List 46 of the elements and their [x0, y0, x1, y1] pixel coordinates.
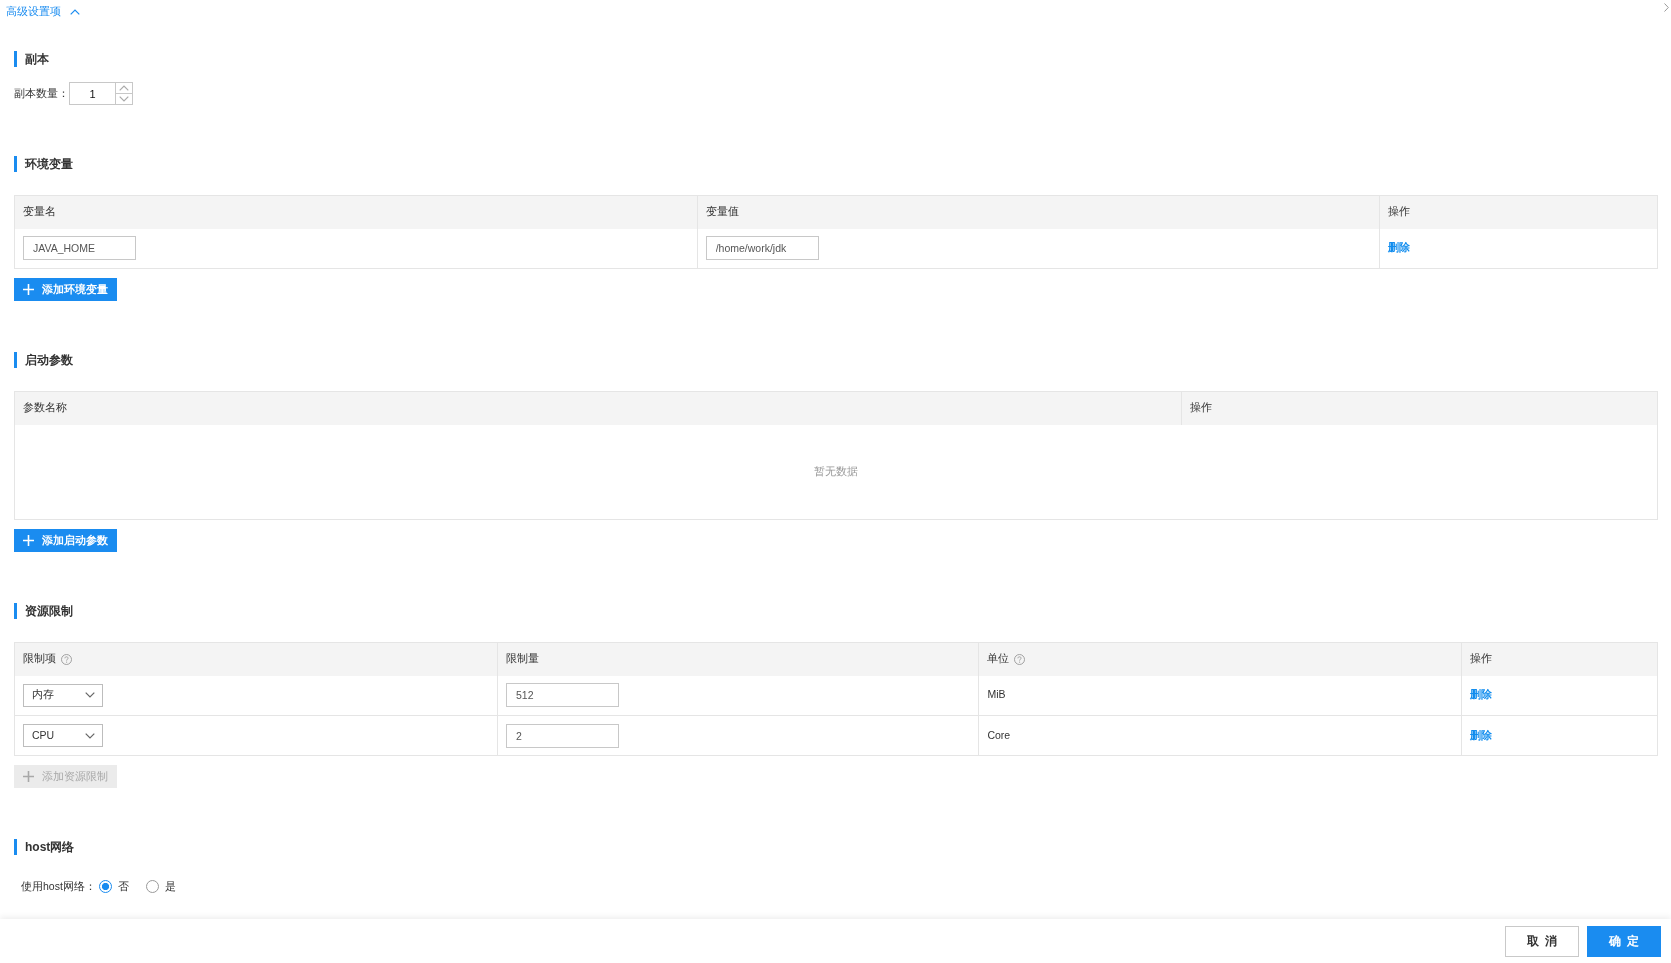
column-header: 操作	[1189, 400, 1212, 416]
advanced-settings-toggle[interactable]: 高级设置项	[6, 4, 80, 20]
text-input[interactable]: 2	[506, 723, 620, 748]
section-title: 资源限制	[14, 603, 1658, 619]
radio-label: 是	[164, 879, 176, 894]
chevron-up-icon	[70, 9, 80, 15]
column-header: 限制量	[506, 651, 540, 667]
text-input[interactable]: 512	[506, 683, 620, 708]
delete-link[interactable]: 删除	[1470, 688, 1493, 701]
chevron-down-icon	[85, 732, 95, 739]
increment-button[interactable]	[116, 83, 132, 93]
dropdown[interactable]: CPU	[23, 724, 103, 747]
number-field[interactable]: 1	[69, 82, 116, 105]
dropdown[interactable]: 内存	[23, 683, 103, 707]
table-cell: Core	[978, 715, 1462, 756]
column-header: 参数名称	[23, 400, 67, 416]
column-header: 变量名	[23, 204, 56, 220]
chevron-right-icon	[1664, 3, 1669, 12]
text-input[interactable]: /home/work/jdk	[705, 236, 819, 261]
plus-icon	[23, 535, 34, 546]
section-title: host网络	[14, 839, 1658, 855]
column-header: 单位	[987, 651, 1010, 667]
table-cell: MiB	[978, 675, 1462, 716]
column-header: 操作	[1470, 651, 1493, 667]
column-header: 限制项	[23, 651, 56, 667]
empty-text: 暂无数据	[814, 464, 858, 477]
decrement-button[interactable]	[116, 93, 132, 104]
section-title: 环境变量	[14, 156, 1658, 172]
plus-icon	[23, 771, 34, 782]
cancel-button[interactable]: 取消	[1505, 925, 1579, 957]
chevron-up-icon	[119, 85, 129, 91]
column-header: 变量值	[705, 204, 739, 220]
text-input[interactable]: JAVA_HOME	[23, 236, 136, 261]
field-label: 副本数量：	[14, 85, 69, 101]
delete-link[interactable]: 删除	[1388, 241, 1411, 254]
radio-button[interactable]	[145, 880, 159, 894]
section-title: 副本	[14, 51, 1658, 67]
field-label: 使用host网络：	[21, 879, 96, 894]
chevron-down-icon	[119, 96, 129, 102]
plus-icon	[23, 284, 34, 295]
radio-button[interactable]	[98, 880, 112, 894]
section-title: 启动参数	[14, 352, 1658, 368]
column-header: 操作	[1388, 204, 1411, 220]
chevron-down-icon	[85, 692, 95, 699]
delete-link[interactable]: 删除	[1470, 728, 1493, 741]
radio-label: 否	[117, 879, 129, 894]
